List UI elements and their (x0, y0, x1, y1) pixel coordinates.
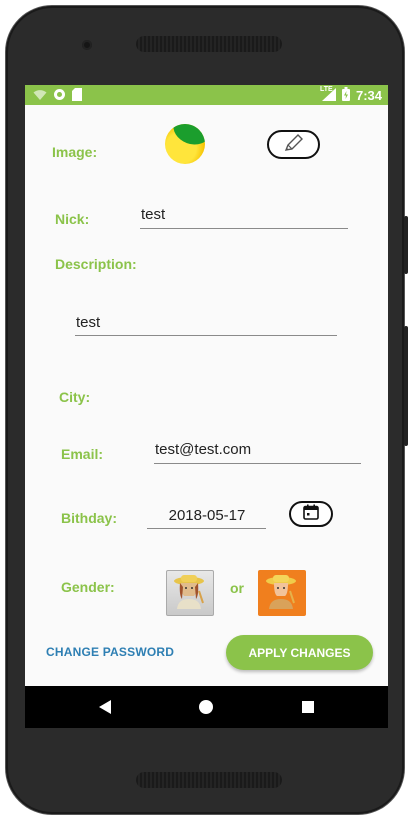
home-circle-icon[interactable] (196, 697, 216, 717)
edit-image-button[interactable] (267, 130, 320, 159)
sd-card-icon (72, 88, 82, 104)
city-label: City: (59, 389, 91, 405)
power-button (404, 216, 408, 274)
nick-input[interactable]: test (140, 206, 348, 229)
circle-notification-icon (53, 88, 66, 104)
volume-button (404, 326, 408, 446)
app-screen: LTE 7:34 Image: Nick: test Description: … (25, 85, 388, 728)
male-farmer-icon (265, 573, 299, 613)
gender-label: Gender: (61, 579, 115, 595)
status-bar: LTE 7:34 (25, 85, 388, 105)
change-password-button[interactable]: CHANGE PASSWORD (46, 645, 174, 659)
image-label: Image: (52, 144, 98, 160)
birthday-label: Bithday: (61, 510, 117, 526)
or-label: or (230, 580, 244, 596)
female-farmer-option[interactable] (166, 570, 214, 616)
pencil-icon (283, 133, 305, 157)
top-speaker (136, 36, 282, 52)
calendar-icon (303, 504, 319, 524)
birthday-input[interactable]: 2018-05-17 (147, 507, 266, 529)
bottom-speaker (136, 772, 282, 788)
profile-image[interactable] (165, 124, 205, 164)
email-label: Email: (61, 446, 104, 462)
clock: 7:34 (355, 88, 382, 103)
email-input[interactable]: test@test.com (154, 441, 361, 464)
description-label: Description: (55, 256, 137, 272)
battery-icon (341, 87, 350, 104)
city-input[interactable] (140, 385, 348, 407)
front-camera (82, 40, 92, 50)
nick-label: Nick: (55, 211, 90, 227)
description-input[interactable]: test (75, 314, 337, 336)
wifi-icon (33, 89, 47, 104)
female-farmer-icon (173, 573, 207, 613)
signal-icon: LTE (319, 85, 336, 104)
navigation-bar (25, 686, 388, 728)
male-farmer-option[interactable] (258, 570, 306, 616)
date-picker-button[interactable] (289, 501, 333, 527)
network-type-label: LTE (319, 85, 333, 93)
back-triangle-icon[interactable] (95, 697, 115, 717)
apply-changes-button[interactable]: APPLY CHANGES (226, 635, 373, 670)
recents-square-icon[interactable] (298, 697, 318, 717)
